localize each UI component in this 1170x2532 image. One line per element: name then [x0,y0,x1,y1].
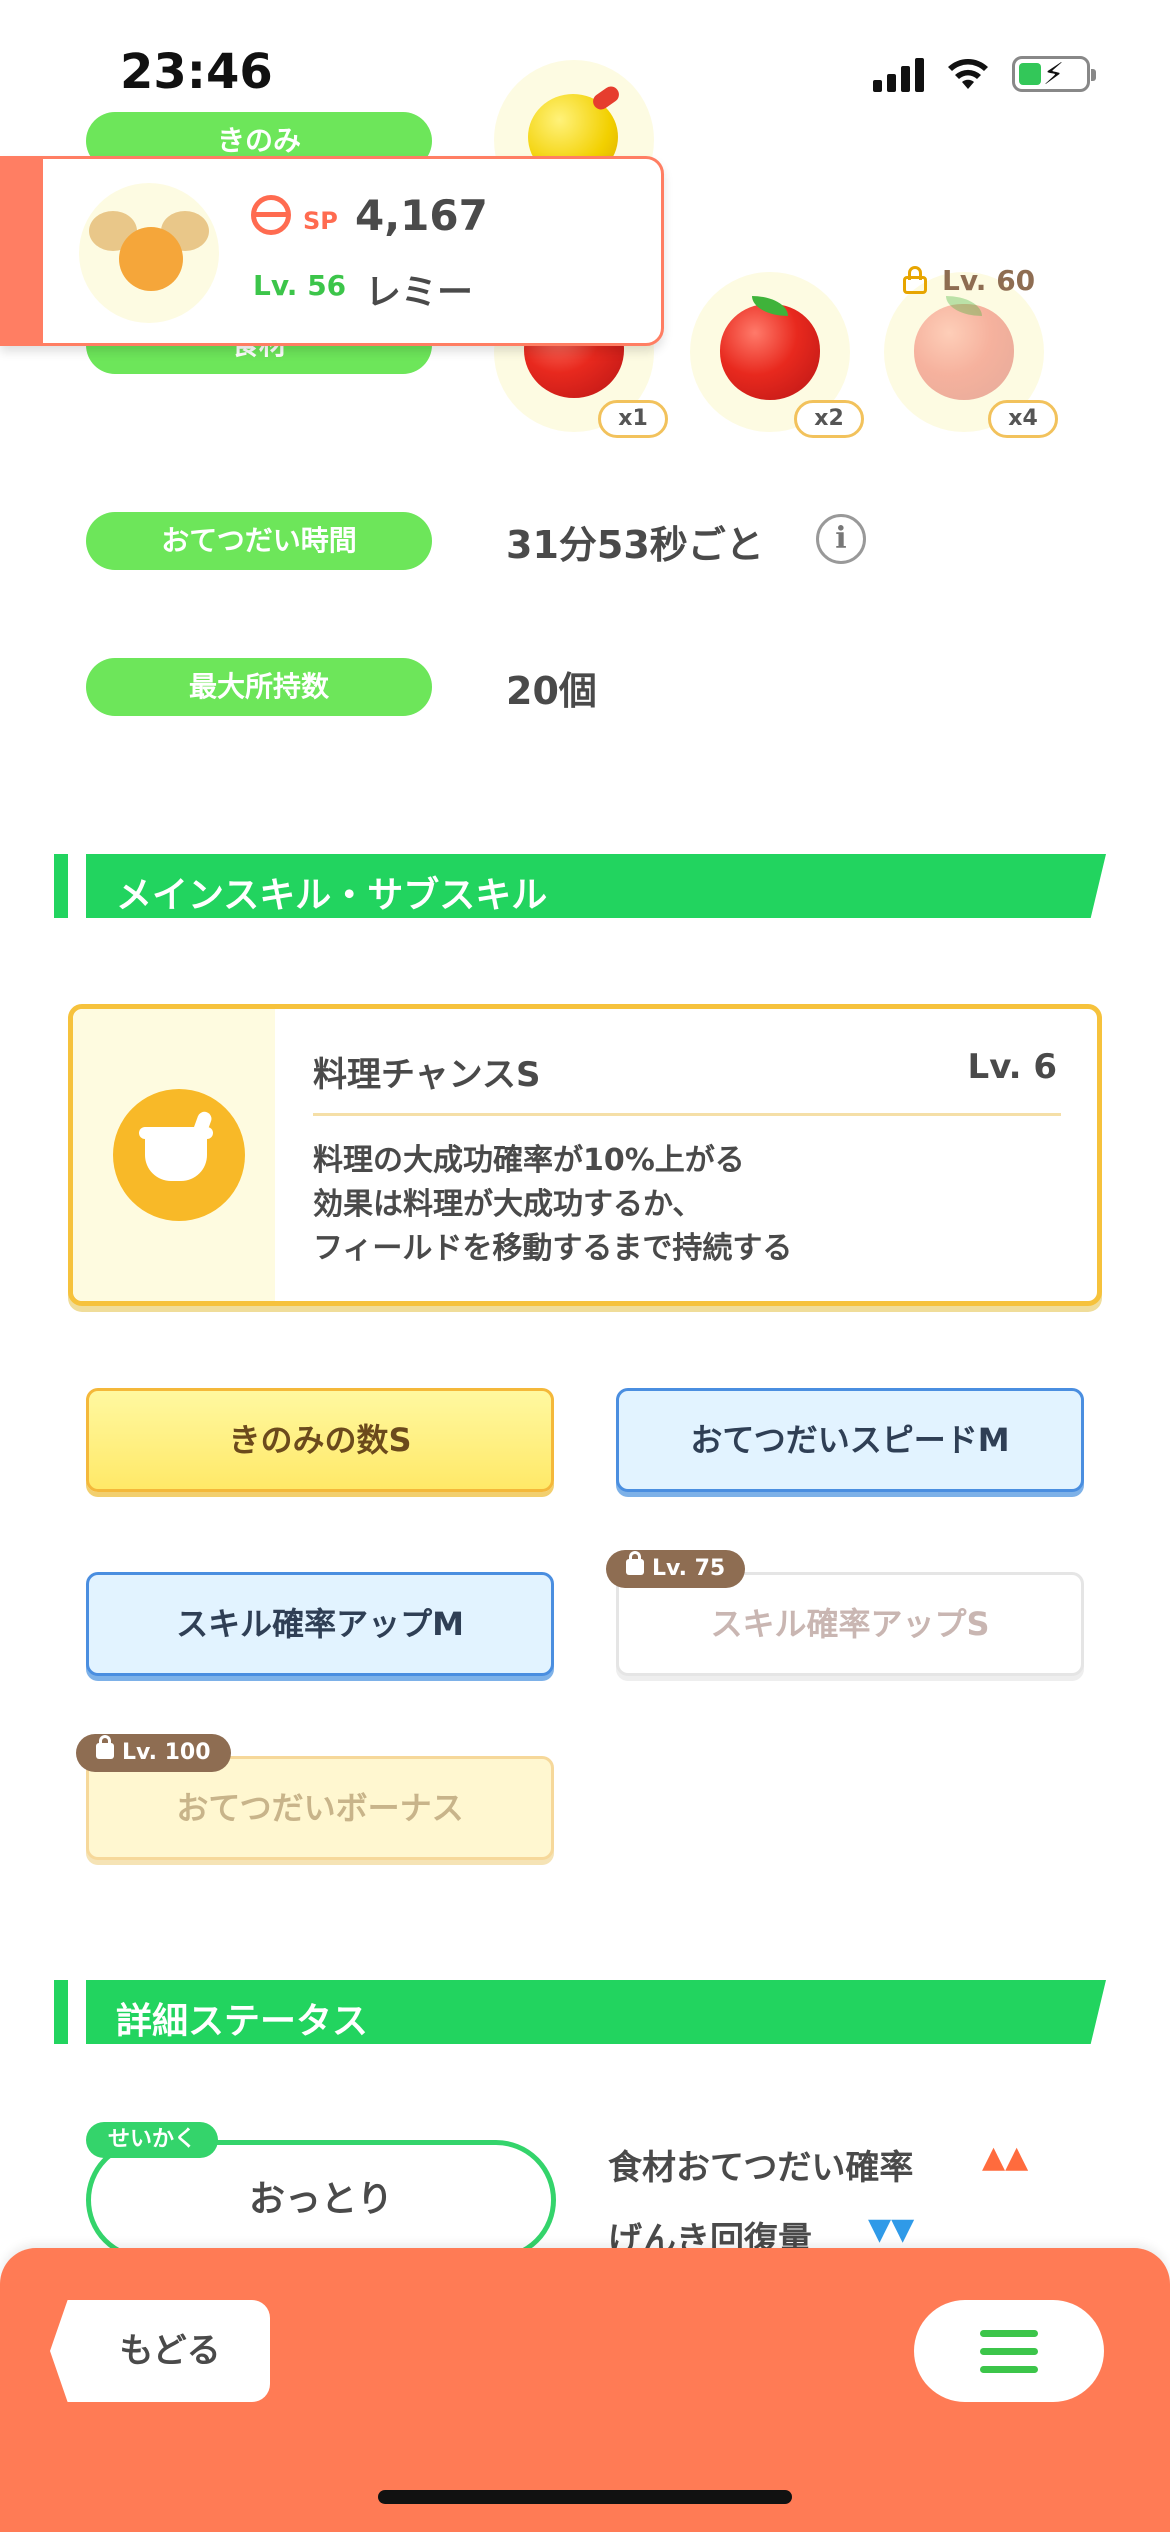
sp-value: 4,167 [355,191,488,240]
status-icons: ⚡ [873,56,1096,92]
help-time-value: 31分53秒ごと [506,523,764,567]
cellular-signal-icon [873,56,924,92]
lock-icon [626,1551,644,1575]
info-icon[interactable]: i [816,514,866,564]
back-button[interactable]: もどる [50,2300,270,2402]
pokemon-name: レミー [365,272,474,313]
cooking-pot-icon [113,1089,245,1221]
apple-icon [720,304,820,400]
main-skill-card[interactable]: 料理チャンスS Lv. 6 料理の大成功確率が10%上がる 効果は料理が大成功す… [68,1004,1102,1306]
sub-skill-1[interactable]: きのみの数S [86,1388,554,1492]
help-time-label: おてつだい時間 [86,512,432,570]
main-skill-description: 料理の大成功確率が10%上がる 効果は料理が大成功するか、 フィールドを移動する… [313,1143,793,1266]
nature-pill[interactable]: おっとり [86,2140,556,2260]
card-accent [3,159,43,343]
apple-icon [914,304,1014,400]
lock-icon [900,266,930,294]
nature-effect-up: 食材おてつだい確率 [608,2148,914,2188]
unlock-level-label: Lv. 60 [942,264,1036,297]
sub-skill-2[interactable]: おてつだいスピードM [616,1388,1084,1492]
pokemon-level: Lv. 56 [253,269,347,302]
max-carry-label: 最大所持数 [86,658,432,716]
sp-label: SP [303,207,338,235]
skills-section-header: メインスキル・サブスキル [54,854,1106,918]
unlock-level-badge: Lv. 100 [76,1734,231,1772]
down-arrows-icon: ▼▼ [868,2212,915,2247]
unlock-level-badge: Lv. 75 [606,1550,746,1588]
dedenne-icon [119,227,183,291]
section-title: メインスキル・サブスキル [116,875,548,916]
battery-charging-icon: ⚡ [1012,56,1096,92]
wifi-icon [948,59,988,89]
hamburger-menu-icon[interactable] [914,2300,1104,2402]
ingredient-qty-1: x1 [598,400,668,438]
sub-skill-3[interactable]: スキル確率アップM [86,1572,554,1676]
nature-tag: せいかく [86,2122,219,2158]
main-skill-level: Lv. 6 [967,1047,1057,1087]
pokemon-avatar [79,183,219,323]
up-arrows-icon: ▲▲ [982,2140,1029,2175]
ingredient-qty-3: x4 [988,400,1058,438]
pokemon-summary-card[interactable]: SP 4,167 Lv. 56 レミー [0,156,664,346]
divider [313,1113,1061,1116]
lock-icon [96,1735,114,1759]
status-time: 23:46 [120,44,273,100]
main-skill-name: 料理チャンスS [313,1055,541,1095]
max-carry-value: 20個 [506,669,597,713]
detail-section-header: 詳細ステータス [54,1980,1106,2044]
home-indicator[interactable] [378,2490,792,2504]
pokeball-icon [251,195,291,235]
section-title: 詳細ステータス [116,2001,369,2042]
ingredient-qty-2: x2 [794,400,864,438]
